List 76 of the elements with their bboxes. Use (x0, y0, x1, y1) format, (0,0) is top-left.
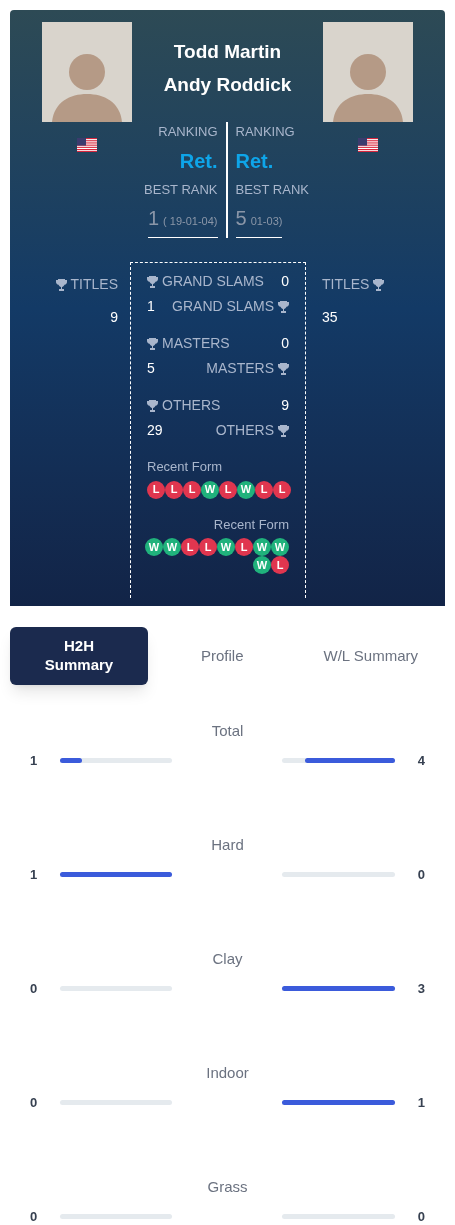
category-label: GRAND SLAMS (172, 297, 274, 316)
category-label: MASTERS (206, 359, 274, 378)
form-result-badge: W (237, 480, 255, 499)
category-count: 29 (147, 421, 163, 440)
category-count: 0 (281, 272, 289, 291)
surface-label: Hard (211, 835, 244, 855)
form-result-badge: L (147, 480, 165, 499)
left-count: 0 (30, 979, 39, 998)
player-name[interactable]: Andy Roddick (163, 70, 292, 99)
trophy-icon (278, 300, 289, 313)
form-result-badge: W (253, 538, 271, 556)
trophy-icon (373, 278, 385, 291)
left-count: 0 (30, 1207, 39, 1225)
tab[interactable]: W/L Summary (296, 627, 445, 685)
category-label: OTHERS (215, 421, 274, 440)
form-result-badge: W (201, 480, 219, 499)
titles-count: 9 (110, 308, 118, 327)
ranking-label: RANKING (158, 123, 218, 141)
form-result-badge: L (183, 480, 201, 499)
trophy-icon (55, 278, 67, 291)
recent-form-label: Recent Form (213, 515, 289, 534)
right-count: 3 (416, 979, 425, 998)
form-result-badge: L (181, 538, 199, 556)
best-rank-label: BEST RANK (144, 180, 218, 199)
surface-label: Total (211, 721, 244, 741)
form-result-badge: W (271, 538, 289, 556)
trophy-icon (147, 399, 158, 412)
right-count: 0 (416, 865, 425, 884)
titles-label: TITLES (322, 275, 370, 294)
surface-label: Grass (207, 1177, 248, 1197)
trophy-icon (278, 424, 289, 437)
ranking-value: Ret. (235, 148, 274, 174)
category-count: 0 (281, 334, 289, 353)
form-result-badge: L (165, 480, 183, 499)
form-result-badge: W (145, 538, 163, 556)
form-result-badge: W (217, 538, 235, 556)
form-result-badge: L (219, 480, 237, 499)
form-result-badge: L (235, 538, 253, 556)
trophy-icon (147, 275, 158, 288)
category-label: OTHERS (162, 396, 221, 415)
category-count: 1 (147, 297, 155, 316)
form-result-badge: L (271, 556, 289, 574)
form-result-badge: L (273, 480, 291, 499)
best-rank-value: 5 (235, 206, 247, 231)
best-rank-label: BEST RANK (235, 180, 309, 199)
ranking-label: RANKING (235, 123, 295, 141)
recent-form-label: Recent Form (147, 458, 223, 476)
form-result-badge: W (253, 556, 271, 574)
surface-label: Indoor (206, 1063, 249, 1083)
trophy-icon (278, 362, 289, 375)
titles-label: TITLES (70, 275, 118, 294)
tab[interactable]: H2H Summary (10, 627, 148, 685)
best-rank-value: 1 (147, 206, 160, 231)
form-result-badge: L (199, 538, 217, 556)
form-result-badge: W (163, 538, 181, 556)
form-result-badge: L (255, 480, 273, 499)
player-name[interactable]: Todd Martin (173, 38, 282, 67)
ranking-value: Ret. (179, 148, 218, 174)
category-count: 5 (147, 359, 155, 378)
best-rank-date: ( 19-01-04) (163, 214, 218, 229)
category-label: GRAND SLAMS (162, 272, 264, 291)
titles-count: 35 (322, 308, 338, 327)
us-flag-icon (358, 138, 378, 152)
right-count: 0 (416, 1207, 425, 1225)
left-count: 0 (30, 1093, 39, 1112)
right-count: 1 (416, 1093, 425, 1112)
left-count: 1 (30, 865, 39, 884)
right-count: 4 (416, 751, 425, 770)
trophy-icon (147, 337, 158, 350)
category-label: MASTERS (162, 334, 230, 353)
tab[interactable]: Profile (148, 627, 297, 685)
left-count: 1 (30, 751, 39, 770)
category-count: 9 (281, 396, 289, 415)
us-flag-icon (77, 138, 97, 152)
best-rank-date: 01-03) (250, 214, 283, 229)
surface-label: Clay (212, 949, 243, 969)
